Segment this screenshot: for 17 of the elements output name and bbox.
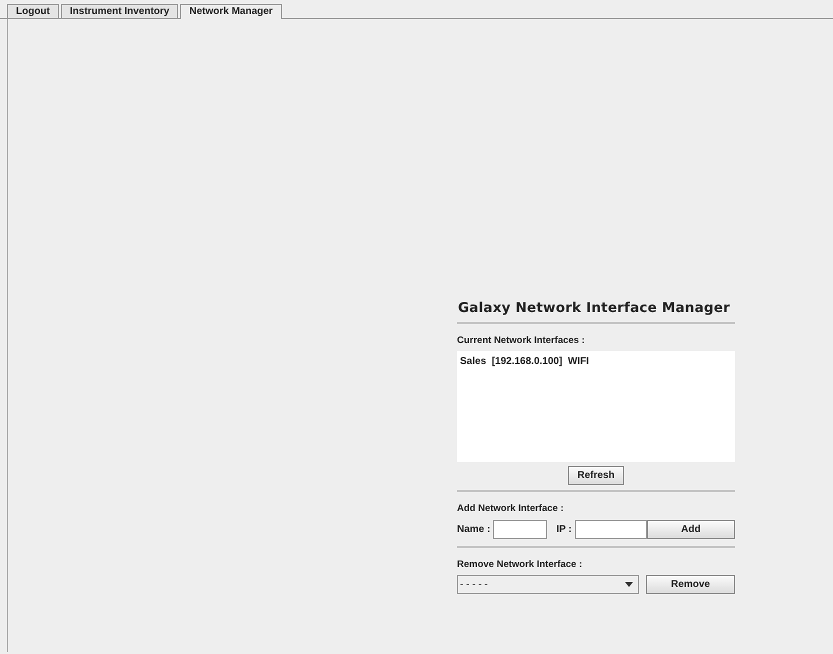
- tab[interactable]: Instrument Inventory: [60, 4, 178, 18]
- section-label: Remove Network Interface :: [457, 558, 584, 572]
- refresh-button[interactable]: Refresh: [568, 466, 624, 486]
- panel-title: Galaxy Network Interface Manager: [458, 300, 730, 316]
- tab[interactable]: Network Manager: [180, 4, 282, 19]
- field-label: Name :: [457, 522, 490, 536]
- list-item[interactable]: Sales [192.168.0.100] WIFI: [460, 354, 589, 370]
- tab[interactable]: Logout: [7, 4, 59, 18]
- section-label: Current Network Interfaces :: [457, 334, 586, 348]
- name-field[interactable]: [493, 520, 548, 538]
- remove-dropdown[interactable]: - - - - -: [457, 574, 639, 594]
- section-label: Add Network Interface :: [457, 502, 565, 516]
- dropdown-arrow-icon: [625, 582, 633, 587]
- remove-button[interactable]: Remove: [646, 574, 735, 594]
- ip-field[interactable]: [574, 520, 647, 538]
- field-label: IP :: [556, 522, 572, 536]
- add-button[interactable]: Add: [646, 520, 735, 538]
